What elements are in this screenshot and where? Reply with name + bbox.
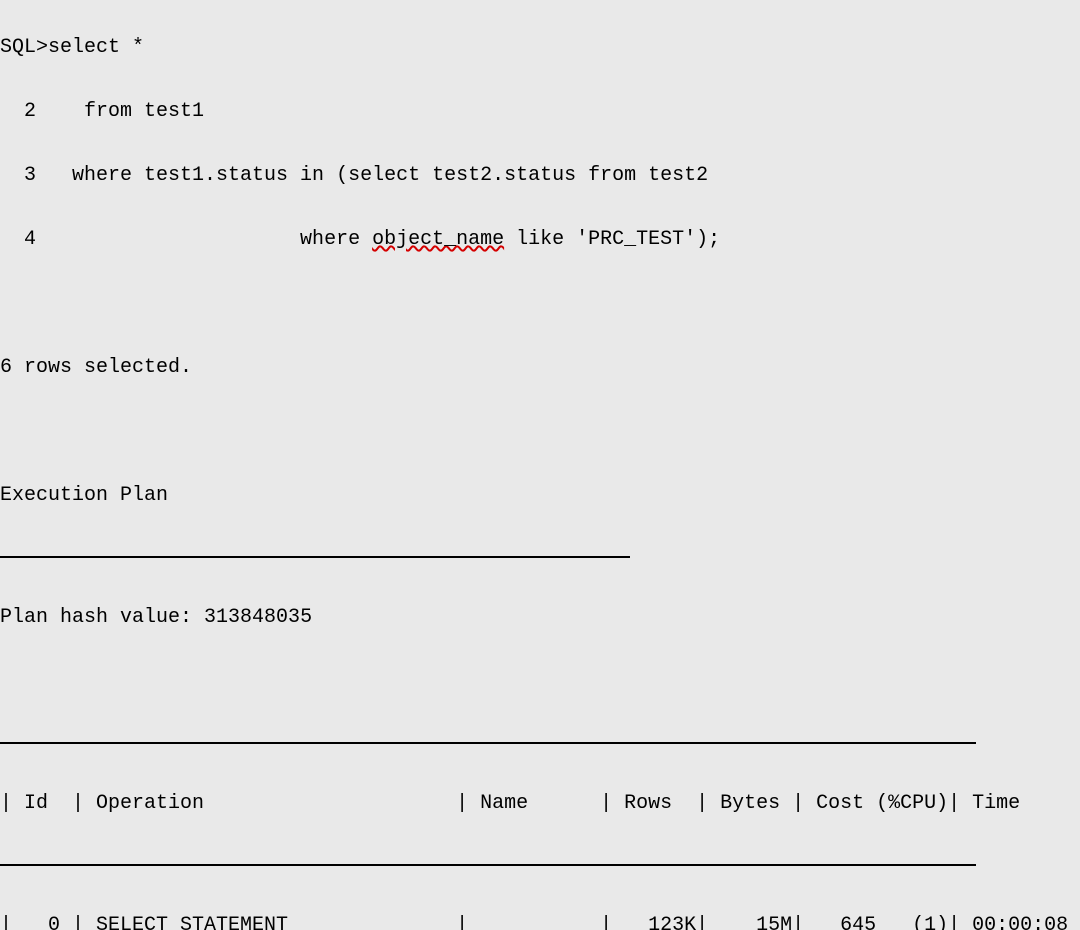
sql-prompt: SQL> bbox=[0, 36, 48, 59]
line-number: 3 bbox=[0, 164, 36, 187]
spellcheck-word: object_name bbox=[372, 228, 504, 251]
rows-selected: 6 rows selected. bbox=[0, 352, 1080, 384]
sql-text: where bbox=[36, 228, 372, 251]
sql-line-1: SQL>select * bbox=[0, 32, 1080, 64]
sql-line-3: 3 where test1.status in (select test2.st… bbox=[0, 160, 1080, 192]
separator-line bbox=[0, 742, 976, 744]
terminal-output: SQL>select * 2 from test1 3 where test1.… bbox=[0, 0, 1080, 930]
plan-table-header: | Id | Operation | Name | Rows | Bytes |… bbox=[0, 788, 1080, 820]
separator-line bbox=[0, 864, 976, 866]
sql-line-4: 4 where object_name like 'PRC_TEST'); bbox=[0, 224, 1080, 256]
sql-text: from test1 bbox=[36, 100, 204, 123]
plan-row-0: | 0 | SELECT STATEMENT | | 123K| 15M| 64… bbox=[0, 910, 1080, 930]
plan-hash-value: 313848035 bbox=[204, 606, 312, 629]
plan-hash: Plan hash value: 313848035 bbox=[0, 602, 1080, 634]
sql-text: select * bbox=[48, 36, 144, 59]
execution-plan-title: Execution Plan bbox=[0, 480, 1080, 512]
line-number: 2 bbox=[0, 100, 36, 123]
sql-line-2: 2 from test1 bbox=[0, 96, 1080, 128]
sql-text: like 'PRC_TEST'); bbox=[504, 228, 720, 251]
line-number: 4 bbox=[0, 228, 36, 251]
separator-line bbox=[0, 556, 630, 558]
sql-text: where test1.status in (select test2.stat… bbox=[36, 164, 708, 187]
plan-hash-label: Plan hash value: bbox=[0, 606, 204, 629]
